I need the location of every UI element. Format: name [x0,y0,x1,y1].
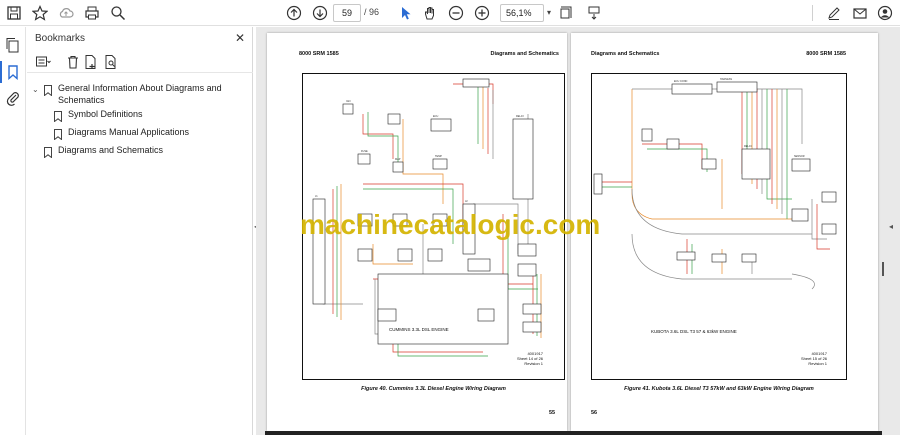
page-number: 55 [549,410,556,416]
cloud-upload-icon[interactable] [56,3,76,23]
bookmark-item-manual-applications[interactable]: Diagrams Manual Applications [68,126,189,138]
page-number-input[interactable]: 59 [333,4,361,22]
bookmarks-panel-icon[interactable] [0,61,21,83]
svg-text:J2: J2 [465,200,468,203]
svg-text:J1: J1 [315,195,318,198]
page-header-right: Diagrams and Schematics [490,51,559,57]
bookmark-icon [54,109,62,123]
select-cursor-icon[interactable] [396,3,416,23]
hand-tool-icon[interactable] [420,3,440,23]
zoom-search-icon[interactable] [108,3,128,23]
previous-page-icon[interactable] [284,3,304,23]
expand-right-panel-icon[interactable]: ◂ [889,222,893,231]
delete-icon[interactable] [65,54,81,70]
figure-caption: Figure 41. Kubota 3.6L Diesel T3 57kW an… [624,386,814,392]
save-icon[interactable] [4,3,24,23]
bookmark-icon [44,83,52,97]
engine-label: KUBOTA 3.6L DSL T3 57 & 63kW ENGINE [651,329,737,334]
bookmark-item-general-info[interactable]: General Information About Diagrams and [58,82,222,94]
bottom-scrollbar[interactable] [265,431,882,435]
close-icon[interactable]: ✕ [233,31,247,45]
fit-page-icon[interactable] [556,3,576,23]
sheet-info: 4001917 Sheet 14 of 26 Revision 1 [517,351,544,366]
zoom-in-icon[interactable] [472,3,492,23]
page-header-left: Diagrams and Schematics [591,51,660,57]
sheet-info: 4001917 Sheet 15 of 26 Revision 1 [801,351,828,366]
print-icon[interactable] [82,3,102,23]
attachments-icon[interactable] [5,90,21,106]
panel-title: Bookmarks [35,33,86,44]
scrollbar-thumb[interactable] [882,262,884,276]
toolbar: 59 / 96 56,1% ▾ [0,0,900,26]
bookmark-options-icon[interactable] [35,54,51,70]
bookmark-item-symbol-definitions[interactable]: Symbol Definitions [68,108,143,120]
bookmarks-panel: Bookmarks ✕ ⌄ General Information About … [27,27,253,435]
watermark: machinecatalogic.com [300,209,601,240]
svg-text:TEMP: TEMP [435,155,442,158]
svg-text:HARNESS: HARNESS [720,78,732,81]
zoom-level-field[interactable]: 56,1% [500,4,544,22]
page-total: / 96 [364,7,380,17]
page-thumbnails-icon[interactable] [5,37,21,53]
sign-pen-icon[interactable] [824,3,844,23]
svg-text:RELAY: RELAY [744,145,752,148]
zoom-out-icon[interactable] [446,3,466,23]
svg-text:SENSOR: SENSOR [794,155,805,158]
page-number: 56 [591,410,598,416]
find-bookmark-icon[interactable] [103,54,119,70]
page-header-left: 8000 SRM 1585 [299,51,339,57]
email-icon[interactable] [850,3,870,23]
bookmark-icon [44,145,52,159]
svg-text:FUSE: FUSE [361,150,368,153]
account-icon[interactable] [875,3,895,23]
svg-text:ECU: ECU [433,115,438,118]
next-page-icon[interactable] [310,3,330,23]
bookmark-icon [54,127,62,141]
bookmark-tools [27,51,253,73]
new-bookmark-icon[interactable] [83,54,99,70]
svg-text:ECU CONN: ECU CONN [674,80,688,83]
bookmark-item-general-info-cont[interactable]: Schematics [58,94,105,106]
svg-text:RELAY: RELAY [516,115,524,118]
figure-caption: Figure 40. Cummins 3.3L Diesel Engine Wi… [361,386,506,392]
page-56: Diagrams and Schematics 8000 SRM 1585 EC… [571,33,878,431]
svg-text:IGN: IGN [346,100,351,103]
svg-text:MAP: MAP [395,158,401,161]
bookmark-star-icon[interactable] [30,3,50,23]
page-header-right: 8000 SRM 1585 [806,51,846,57]
engine-label: CUMMINS 3.3L DSL ENGINE [389,327,449,332]
scroll-mode-icon[interactable] [584,3,604,23]
zoom-dropdown-icon[interactable]: ▾ [547,8,551,17]
left-rail [0,27,26,435]
bookmark-item-diagrams-schematics[interactable]: Diagrams and Schematics [58,144,163,156]
collapse-caret-icon[interactable]: ⌄ [32,85,39,94]
